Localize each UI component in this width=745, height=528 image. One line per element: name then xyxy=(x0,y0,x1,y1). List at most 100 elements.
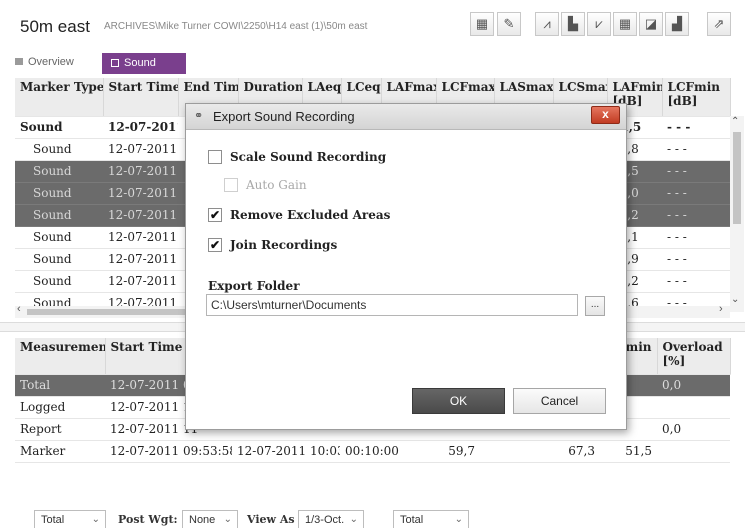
col-header[interactable]: Start Time xyxy=(103,78,179,117)
marker-type-cell: Sound xyxy=(15,204,103,227)
start-time-cell: 12-07-2011 1 xyxy=(103,226,178,249)
close-button[interactable]: x xyxy=(591,106,620,124)
scroll-right-icon[interactable]: › xyxy=(719,303,723,315)
dialog-title: Export Sound Recording xyxy=(213,109,355,124)
lcfmin-cell: - - - xyxy=(662,182,730,205)
scroll-left-icon[interactable]: ‹ xyxy=(17,303,21,315)
chevron-down-icon: ⌄ xyxy=(91,514,100,525)
lcfmin-cell: - - - xyxy=(662,160,730,183)
export-folder-input[interactable]: C:\Users\mturner\Documents xyxy=(206,294,578,316)
marker-type-cell: Sound xyxy=(15,116,103,139)
post-wgt-select-value: None xyxy=(189,514,216,526)
spectrum-select[interactable]: Total ⌄ xyxy=(393,510,469,528)
spectrum-chart-icon[interactable]: ▟ xyxy=(665,12,689,36)
bar-chart-icon[interactable]: ▙ xyxy=(561,12,585,36)
start-time-cell: 12-07-2011 1 xyxy=(103,204,178,227)
value-cell: 67,3 xyxy=(542,440,600,463)
spectrum-select-value: Total xyxy=(400,514,424,526)
value-cell xyxy=(480,440,542,463)
overload-cell: 0,0 xyxy=(657,418,730,441)
marker-type-cell: Sound xyxy=(15,270,103,293)
tab-overview-label: Overview xyxy=(28,56,74,68)
scroll-thumb[interactable] xyxy=(27,309,197,315)
lcfmin-cell: - - - xyxy=(662,226,730,249)
start-time-cell: 12-07-2011 ( xyxy=(103,182,178,205)
add-marker-icon[interactable]: ▦ xyxy=(470,12,494,36)
scale-sound-recording-checkbox[interactable] xyxy=(208,150,222,164)
sound-tab-icon xyxy=(111,59,119,67)
project-path: ARCHIVES\Mike Turner COWI\2250\H14 east … xyxy=(104,21,368,32)
scroll-thumb[interactable] xyxy=(733,132,741,224)
export-sound-recording-dialog: ⚭ Export Sound Recording x Scale Sound R… xyxy=(185,103,627,430)
cancel-button[interactable]: Cancel xyxy=(513,388,606,414)
col-header[interactable]: Measurement xyxy=(15,338,106,375)
measurement-name-cell: Logged xyxy=(15,396,105,419)
view-as-select-value: 1/3-Oct. xyxy=(305,514,345,526)
join-recordings-label: Join Recordings xyxy=(230,238,338,252)
remove-excluded-areas-checkbox[interactable]: ✔ xyxy=(208,208,222,222)
join-recordings-checkbox[interactable]: ✔ xyxy=(208,238,222,252)
col-header[interactable]: LCFmin [dB] xyxy=(662,78,731,117)
marker-edit-icon[interactable]: ✎ xyxy=(497,12,521,36)
table-row[interactable]: Marker 12-07-2011 09:53:58 12-07-2011 10… xyxy=(15,440,730,463)
marker-type-cell: Sound xyxy=(15,138,103,161)
lcfmin-cell: - - - xyxy=(662,204,730,227)
auto-gain-label: Auto Gain xyxy=(246,178,307,192)
scroll-up-icon[interactable]: ⌃ xyxy=(731,116,739,127)
start-time-cell: 12-07-2011 xyxy=(103,116,178,139)
post-wgt-select[interactable]: None ⌄ xyxy=(182,510,238,528)
profile-chart-icon[interactable]: ⩗ xyxy=(587,12,611,36)
scroll-down-icon[interactable]: ⌄ xyxy=(731,294,739,305)
view-as-select[interactable]: 1/3-Oct. ⌄ xyxy=(298,510,364,528)
remove-excluded-areas-label: Remove Excluded Areas xyxy=(230,208,391,222)
parameter-select-value: Total xyxy=(41,514,65,526)
chevron-down-icon: ⌄ xyxy=(223,514,232,525)
chevron-down-icon: ⌄ xyxy=(454,514,463,525)
value-cell: 51,5 xyxy=(600,440,657,463)
measurement-name-cell: Total xyxy=(15,374,105,397)
lcfmin-cell: - - - xyxy=(662,116,730,139)
chain-link-icon: ⚭ xyxy=(194,110,204,122)
overload-cell xyxy=(657,396,730,419)
marker-type-cell: Sound xyxy=(15,248,103,271)
bottom-toolbar: Total ⌄ Post Wgt: None ⌄ View As 1/3-Oct. ⌄… xyxy=(0,500,745,528)
col-header[interactable]: Marker Type xyxy=(15,78,104,117)
tab-overview[interactable]: Overview xyxy=(15,56,74,68)
export-folder-label: Export Folder xyxy=(208,279,300,293)
start-time-cell: 12-07-2011 1 xyxy=(103,270,178,293)
marker-vertical-scrollbar[interactable]: ⌃ ⌄ xyxy=(730,116,744,312)
start-time-cell: 12-07-2011 1 xyxy=(103,248,178,271)
view-tabs: Overview Sound xyxy=(0,52,745,74)
chevron-down-icon: ⌄ xyxy=(349,514,358,525)
overload-cell xyxy=(657,440,730,463)
lcfmin-cell: - - - xyxy=(662,248,730,271)
browse-folder-button[interactable]: ... xyxy=(585,296,605,316)
scale-sound-recording-label: Scale Sound Recording xyxy=(230,150,387,164)
overload-cell: 0,0 xyxy=(657,374,730,397)
auto-gain-checkbox[interactable] xyxy=(224,178,238,192)
ok-button[interactable]: OK xyxy=(412,388,505,414)
project-title: 50m east xyxy=(20,17,90,36)
table-view-icon[interactable]: ▦ xyxy=(613,12,637,36)
measurement-name-cell: Marker xyxy=(15,440,105,463)
dialog-title-bar[interactable]: ⚭ Export Sound Recording x xyxy=(186,104,626,130)
start-time-cell: 12-07-2011 ( xyxy=(103,138,178,161)
start-time-cell: 12-07-2011 09:53:58 xyxy=(105,440,232,463)
duration-cell: 00:10:00 xyxy=(340,440,422,463)
marker-type-cell: Sound xyxy=(15,160,103,183)
lcfmin-cell: - - - xyxy=(662,270,730,293)
value-cell: 59,7 xyxy=(422,440,480,463)
parameter-select[interactable]: Total ⌄ xyxy=(34,510,106,528)
start-time-cell: 12-07-2011 ( xyxy=(103,160,178,183)
overview-tab-icon xyxy=(15,58,23,65)
col-header[interactable]: Overload [%] xyxy=(657,338,731,375)
view-as-label: View As xyxy=(247,513,295,526)
end-time-cell: 12-07-2011 10:03:58 xyxy=(232,440,340,463)
line-chart-icon[interactable]: ⩘ xyxy=(535,12,559,36)
tab-sound-label: Sound xyxy=(124,57,156,69)
panel-view-icon[interactable]: ◪ xyxy=(639,12,663,36)
more-tools-icon[interactable]: ⇗ xyxy=(707,12,731,36)
lcfmin-cell: - - - xyxy=(662,138,730,161)
post-wgt-label: Post Wgt: xyxy=(118,513,178,526)
tab-sound[interactable]: Sound xyxy=(102,53,186,74)
